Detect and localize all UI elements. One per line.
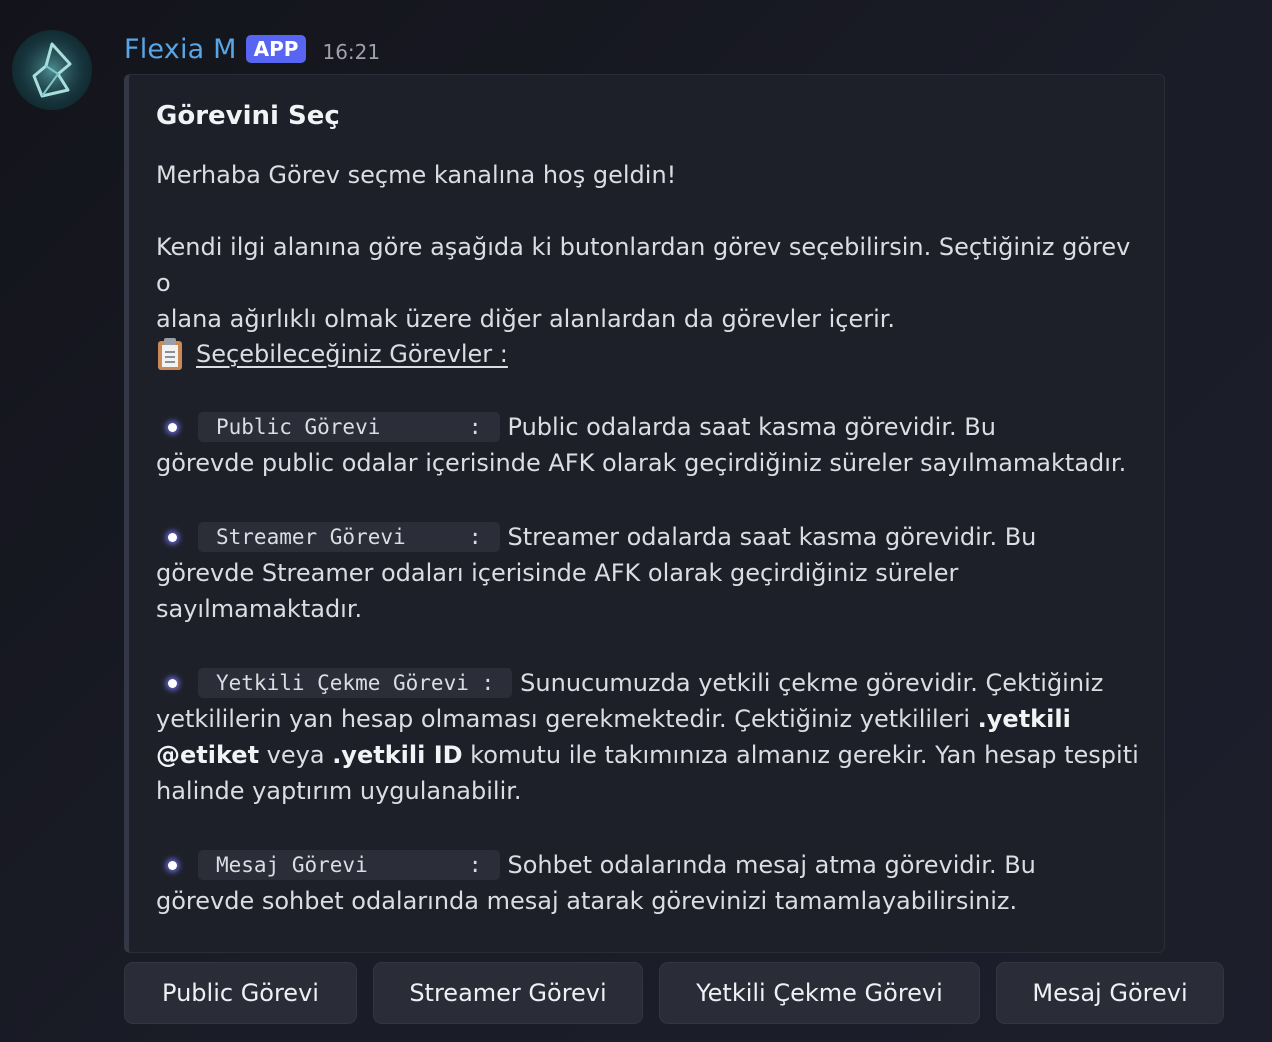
app-badge: APP xyxy=(245,35,307,63)
message-header: Flexia M APP 16:21 xyxy=(124,30,380,68)
task-desc-line3: @etiket veya .yetkili ID komutu ile takı… xyxy=(156,737,1146,773)
task-desc-line2: görevde Streamer odaları içerisinde AFK … xyxy=(156,559,959,587)
task-desc-line1: Public odalarda saat kasma görevidir. Bu xyxy=(507,413,996,441)
task-item-mesaj: Mesaj Görevi : Sohbet odalarında mesaj a… xyxy=(156,847,1146,919)
welcome-text: Merhaba Görev seçme kanalına hoş geldin! xyxy=(156,161,677,189)
command-yetkili-id: .yetkili ID xyxy=(332,741,463,769)
bullet-icon xyxy=(168,679,177,688)
bullet-icon xyxy=(168,861,177,870)
public-gorevi-button[interactable]: Public Görevi xyxy=(124,962,357,1024)
task-desc-line2: görevde sohbet odalarında mesaj atarak g… xyxy=(156,887,1018,915)
timestamp[interactable]: 16:21 xyxy=(322,40,380,64)
embed-card: Görevini Seç Merhaba Görev seçme kanalın… xyxy=(124,74,1165,953)
task-desc-line2-text: yetkililerin yan hesap olmaması gerekmek… xyxy=(156,705,978,733)
command-yetkili: .yetkili xyxy=(977,705,1071,733)
embed-title: Görevini Seç xyxy=(156,101,340,131)
task-desc-veya: veya xyxy=(259,741,333,769)
command-etiket: @etiket xyxy=(156,741,260,769)
task-code-streamer: Streamer Görevi : xyxy=(198,522,500,552)
task-desc-line1: Sunucumuzda yetkili çekme görevidir. Çek… xyxy=(520,669,1104,697)
task-desc-line2: görevde public odalar içerisinde AFK ola… xyxy=(156,449,1127,477)
task-desc-line3: sayılmamaktadır. xyxy=(156,595,363,623)
streamer-gorevi-button[interactable]: Streamer Görevi xyxy=(373,962,643,1024)
avatar[interactable] xyxy=(12,30,92,110)
task-item-streamer: Streamer Görevi : Streamer odalarda saat… xyxy=(156,519,1146,627)
mesaj-gorevi-button[interactable]: Mesaj Görevi xyxy=(996,962,1224,1024)
task-code-yetkili: Yetkili Çekme Görevi : xyxy=(198,668,513,698)
avatar-emblem-icon xyxy=(14,32,90,108)
task-code-public: Public Görevi : xyxy=(198,412,500,442)
intro-line-1: Kendi ilgi alanına göre aşağıda ki buton… xyxy=(156,233,1131,297)
username[interactable]: Flexia M xyxy=(124,34,237,65)
task-desc-line4: halinde yaptırım uygulanabilir. xyxy=(156,777,522,805)
task-code-mesaj: Mesaj Görevi : xyxy=(198,850,500,880)
bullet-icon xyxy=(168,423,177,432)
yetkili-cekme-gorevi-button[interactable]: Yetkili Çekme Görevi xyxy=(659,962,980,1024)
clipboard-icon xyxy=(156,337,184,371)
task-desc-line2: yetkililerin yan hesap olmaması gerekmek… xyxy=(156,701,1146,737)
intro-line-2: alana ağırlıklı olmak üzere diğer alanla… xyxy=(156,305,896,333)
task-desc-line1: Streamer odalarda saat kasma görevidir. … xyxy=(507,523,1037,551)
task-desc-line1: Sohbet odalarında mesaj atma görevidir. … xyxy=(507,851,1036,879)
bullet-icon xyxy=(168,533,177,542)
task-item-yetkili: Yetkili Çekme Görevi : Sunucumuzda yetki… xyxy=(156,665,1146,809)
intro-text: Kendi ilgi alanına göre aşağıda ki buton… xyxy=(156,229,1136,337)
tasks-heading-label: Seçebileceğiniz Görevler : xyxy=(196,340,508,368)
task-item-public: Public Görevi : Public odalarda saat kas… xyxy=(156,409,1146,481)
tasks-heading: Seçebileceğiniz Görevler : xyxy=(156,337,508,371)
task-desc-line3-text: komutu ile takımınıza almanız gerekir. Y… xyxy=(462,741,1139,769)
